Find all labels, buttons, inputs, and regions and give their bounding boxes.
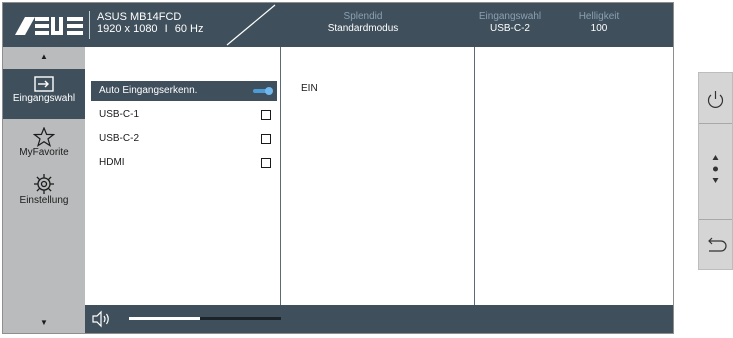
- option-label: USB-C-1: [99, 109, 140, 120]
- resolution-value: 1920 x 1080: [97, 23, 158, 35]
- option-usb-c-2[interactable]: USB-C-2: [91, 129, 277, 149]
- menu-item-einstellung[interactable]: Einstellung: [3, 171, 85, 217]
- gear-icon: [34, 174, 54, 194]
- menu-item-eingangswahl[interactable]: Eingangswahl: [3, 69, 85, 119]
- volume-slider[interactable]: [129, 317, 281, 320]
- status-brightness: Helligkeit 100: [567, 11, 631, 35]
- header-divider: [89, 11, 90, 39]
- detail-column: [475, 47, 673, 305]
- brightness-value: 100: [590, 23, 608, 34]
- resolution-line: 1920 x 1080 I 60 Hz: [97, 23, 204, 35]
- status-input: Eingangswahl USB-C-2: [463, 11, 557, 35]
- brightness-label: Helligkeit: [578, 11, 620, 22]
- header-diagonal: [226, 4, 276, 46]
- checkbox[interactable]: [261, 110, 271, 120]
- toggle-switch[interactable]: [253, 87, 273, 95]
- input-select-icon: [34, 76, 54, 92]
- osd-header: ASUS MB14FCD 1920 x 1080 I 60 Hz Splendi…: [3, 3, 673, 47]
- checkbox[interactable]: [261, 134, 271, 144]
- options-column: Auto Eingangserkenn. USB-C-1 USB-C-2 HDM…: [85, 47, 281, 305]
- option-usb-c-1[interactable]: USB-C-1: [91, 105, 277, 125]
- menu-item-label: Einstellung: [19, 195, 69, 206]
- checkbox[interactable]: [261, 158, 271, 168]
- volume-level: [129, 317, 201, 320]
- option-label: Auto Eingangserkenn.: [99, 85, 198, 96]
- menu-item-label: MyFavorite: [19, 147, 69, 158]
- input-value: USB-C-2: [489, 23, 530, 34]
- arrow-down-icon[interactable]: ▼: [3, 317, 85, 329]
- main-menu: ▲ Eingangswahl MyFavorite Einstellung ▼: [3, 47, 85, 333]
- side-control-panel: [698, 72, 733, 270]
- model-info: ASUS MB14FCD 1920 x 1080 I 60 Hz: [97, 11, 204, 35]
- input-label: Eingangswahl: [478, 11, 542, 22]
- volume-bar: [85, 305, 673, 333]
- model-name: ASUS MB14FCD: [97, 11, 182, 23]
- splendid-label: Splendid: [343, 11, 383, 22]
- arrow-up-icon[interactable]: ▲: [3, 51, 85, 63]
- option-auto-input-detect[interactable]: Auto Eingangserkenn.: [91, 81, 277, 101]
- speaker-icon: [92, 310, 109, 328]
- resolution-separator: I: [164, 23, 168, 35]
- power-icon[interactable]: [699, 85, 732, 115]
- menu-item-myfavorite[interactable]: MyFavorite: [3, 125, 85, 169]
- option-label: HDMI: [99, 157, 125, 168]
- status-splendid: Splendid Standardmodus: [315, 11, 411, 35]
- menu-item-label: Eingangswahl: [12, 93, 76, 104]
- refresh-rate: 60 Hz: [174, 23, 204, 35]
- side-divider: [699, 123, 732, 124]
- back-icon[interactable]: [699, 229, 732, 259]
- option-label: USB-C-2: [99, 133, 140, 144]
- side-divider: [699, 219, 732, 220]
- option-hdmi[interactable]: HDMI: [91, 153, 277, 173]
- star-icon: [33, 127, 55, 147]
- osd-menu: ASUS MB14FCD 1920 x 1080 I 60 Hz Splendi…: [2, 2, 674, 334]
- submenu-value-ein[interactable]: EIN: [301, 83, 318, 94]
- joystick-icon[interactable]: [699, 145, 732, 193]
- asus-logo: [15, 17, 83, 35]
- splendid-value: Standardmodus: [327, 23, 399, 34]
- submenu-column: EIN: [281, 47, 475, 305]
